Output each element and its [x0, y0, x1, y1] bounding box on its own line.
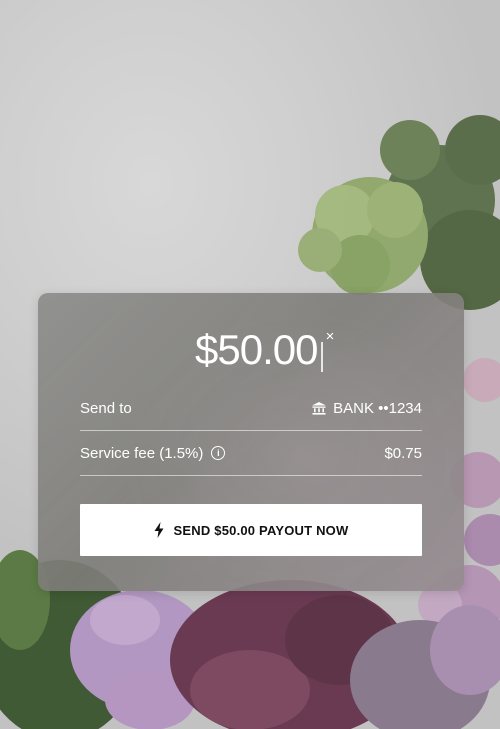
send-to-value: BANK ••1234: [312, 400, 422, 417]
bank-icon: [312, 401, 327, 415]
bank-account-label: BANK ••1234: [333, 399, 422, 417]
send-payout-label: SEND $50.00 PAYOUT NOW: [173, 522, 349, 538]
send-payout-button[interactable]: SEND $50.00 PAYOUT NOW: [80, 504, 422, 556]
payout-card: $50.00 × Send to BANK ••1234 Service fee…: [38, 293, 464, 591]
service-fee-label: Service fee (1.5%): [80, 444, 204, 462]
service-fee-label-group: Service fee (1.5%) i: [80, 444, 226, 462]
amount-display: $50.00: [38, 325, 464, 375]
info-icon[interactable]: i: [211, 446, 226, 460]
send-to-label: Send to: [80, 399, 132, 417]
text-caret: [321, 341, 323, 372]
close-icon[interactable]: ×: [324, 329, 336, 344]
lightning-bolt-icon: [154, 522, 164, 538]
amount-input[interactable]: $50.00: [179, 325, 318, 375]
service-fee-value: $0.75: [384, 444, 422, 462]
send-to-row[interactable]: Send to BANK ••1234: [80, 386, 422, 431]
service-fee-row: Service fee (1.5%) i $0.75: [80, 431, 422, 476]
